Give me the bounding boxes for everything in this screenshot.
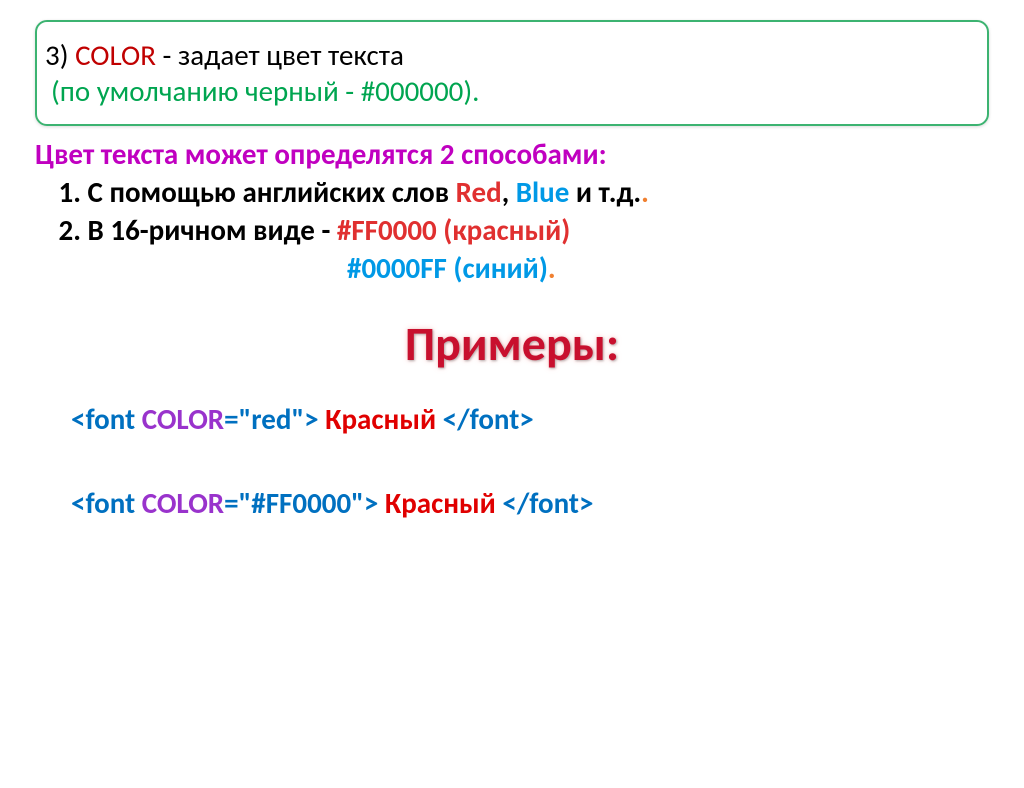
examples-heading: Примеры: — [35, 314, 989, 373]
definition-line-2: (по умолчанию черный - #000000). — [51, 73, 977, 109]
list-item-2: 2. В 16-ричном виде - #FF0000 (красный) — [35, 212, 989, 248]
item2-paren: (красный) — [437, 212, 571, 248]
prefix: 3) — [45, 37, 75, 73]
item2-text: В 16-ричном виде - — [81, 212, 337, 248]
list-num-2: 2. — [35, 212, 81, 248]
word-blue: Blue — [516, 174, 570, 210]
item1-text: С помощью английских слов — [81, 174, 456, 210]
ex1-content: Красный — [325, 401, 436, 437]
item3-dot: . — [548, 250, 556, 286]
ex1-open1: <font — [71, 401, 142, 437]
intro-line: Цвет текста может определятся 2 способам… — [35, 136, 989, 172]
ex2-open1: <font — [71, 485, 142, 521]
list-num-1: 1. — [35, 174, 81, 210]
list-item-1: 1. С помощью английских слов Red, Blue и… — [35, 174, 989, 210]
body-content: Цвет текста может определятся 2 способам… — [35, 136, 989, 521]
hex-blue: #0000FF — [347, 250, 447, 286]
ex1-close: </font> — [436, 401, 534, 437]
ex1-open2: ="red"> — [224, 401, 325, 437]
word-red: Red — [456, 174, 502, 210]
ex2-close: </font> — [496, 485, 594, 521]
item3-paren: (синий) — [447, 250, 548, 286]
item1-dot: . — [641, 174, 649, 210]
ex2-content: Красный — [385, 485, 496, 521]
code-example-2: <font COLOR="#FF0000"> Красный </font> — [71, 485, 989, 521]
list-item-3: #0000FF (синий). — [347, 250, 989, 286]
definition-suffix: - задает цвет текста — [156, 37, 404, 73]
ex1-attr: COLOR — [142, 401, 224, 437]
ex2-attr: COLOR — [142, 485, 224, 521]
item1-end: и т.д. — [569, 174, 641, 210]
code-example-1: <font COLOR="red"> Красный </font> — [71, 401, 989, 437]
ex2-open2: ="#FF0000"> — [224, 485, 385, 521]
definition-box: 3) COLOR - задает цвет текста (по умолча… — [35, 20, 989, 126]
item1-mid: , — [502, 174, 516, 210]
definition-line-1: 3) COLOR - задает цвет текста — [45, 37, 977, 73]
hex-red: #FF0000 — [337, 212, 437, 248]
keyword-color: COLOR — [75, 37, 156, 73]
